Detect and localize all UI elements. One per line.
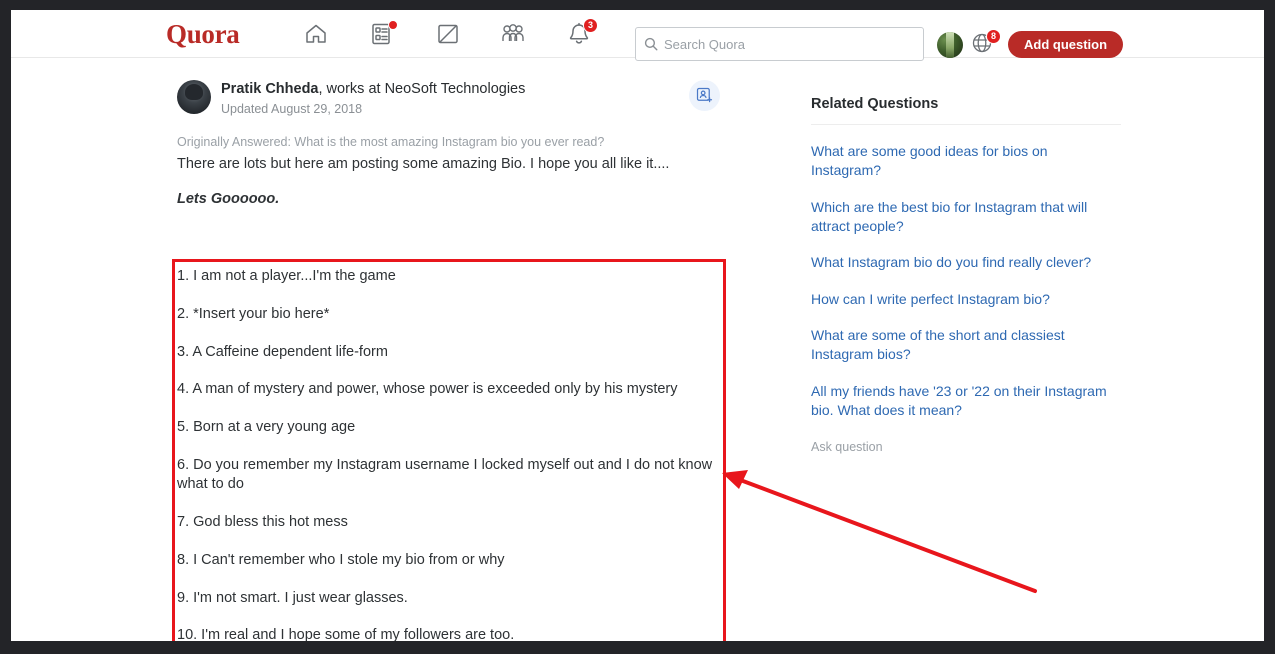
bio-list-item: 9. I'm not smart. I just wear glasses. [177, 589, 408, 606]
language-globe-icon[interactable]: 8 [971, 29, 1001, 59]
content-area: Pratik Chheda, works at NeoSoft Technolo… [11, 59, 1264, 641]
related-question-link[interactable]: What Instagram bio do you find really cl… [811, 253, 1121, 272]
language-count-badge: 8 [986, 29, 1001, 44]
related-questions-sidebar: Related Questions What are some good ide… [811, 96, 1121, 454]
related-question-link[interactable]: What are some good ideas for bios on Ins… [811, 142, 1121, 181]
bio-list-item: 4. A man of mystery and power, whose pow… [177, 381, 678, 398]
bio-list-item: 2. *Insert your bio here* [177, 305, 330, 322]
bio-list-item: 5. Born at a very young age [177, 419, 356, 436]
answer-card: Pratik Chheda, works at NeoSoft Technolo… [166, 79, 726, 207]
author-credential: , works at NeoSoft Technologies [318, 81, 526, 97]
updated-date: Updated August 29, 2018 [221, 102, 363, 116]
author-line: Pratik Chheda, works at NeoSoft Technolo… [221, 81, 525, 97]
follow-user-icon[interactable] [689, 80, 720, 111]
spaces-icon[interactable] [496, 21, 530, 47]
browser-page: Quora 3 Search Quora 8 Add question Prat… [11, 10, 1264, 641]
search-bar[interactable] [635, 27, 924, 61]
notification-count-badge: 3 [583, 18, 598, 33]
related-question-link[interactable]: What are some of the short and classiest… [811, 326, 1121, 365]
bio-list-item: 6. Do you remember my Instagram username… [177, 456, 713, 493]
write-icon[interactable] [431, 21, 465, 47]
add-question-button[interactable]: Add question [1008, 31, 1124, 58]
author-row: Pratik Chheda, works at NeoSoft Technolo… [166, 79, 726, 125]
bio-list-item: 1. I am not a player...I'm the game [177, 268, 396, 284]
author-name[interactable]: Pratik Chheda [221, 81, 319, 97]
bio-list-item: 7. God bless this hot mess [177, 513, 348, 530]
top-navigation-bar: Quora 3 Search Quora 8 Add question [11, 10, 1264, 61]
bio-list-item: 3. A Caffeine dependent life-form [177, 343, 388, 360]
ask-question-link[interactable]: Ask question [811, 440, 1121, 454]
answer-lets-go-text: Lets Goooooo. [177, 191, 280, 207]
search-icon [644, 37, 658, 51]
user-avatar[interactable] [937, 32, 963, 58]
answers-notification-dot [388, 20, 398, 30]
screen: Quora 3 Search Quora 8 Add question Prat… [0, 0, 1275, 654]
answer-intro-text: There are lots but here am posting some … [177, 156, 670, 172]
related-question-link[interactable]: How can I write perfect Instagram bio? [811, 290, 1121, 309]
quora-logo[interactable]: Quora [166, 19, 240, 50]
bio-list-item: 10. I'm real and I hope some of my follo… [177, 627, 515, 641]
originally-answered-text: Originally Answered: What is the most am… [177, 135, 605, 149]
notifications-bell-icon[interactable]: 3 [562, 18, 598, 47]
bio-list: 1. I am not a player...I'm the game 2. *… [177, 267, 722, 641]
related-question-link[interactable]: Which are the best bio for Instagram tha… [811, 198, 1121, 237]
answers-icon[interactable] [365, 20, 399, 47]
related-questions-title: Related Questions [811, 96, 1121, 125]
related-question-link[interactable]: All my friends have '23 or '22 on their … [811, 382, 1121, 421]
home-icon[interactable] [299, 21, 333, 47]
author-avatar[interactable] [177, 80, 211, 114]
bio-list-item: 8. I Can't remember who I stole my bio f… [177, 551, 505, 568]
search-input[interactable] [664, 36, 914, 52]
